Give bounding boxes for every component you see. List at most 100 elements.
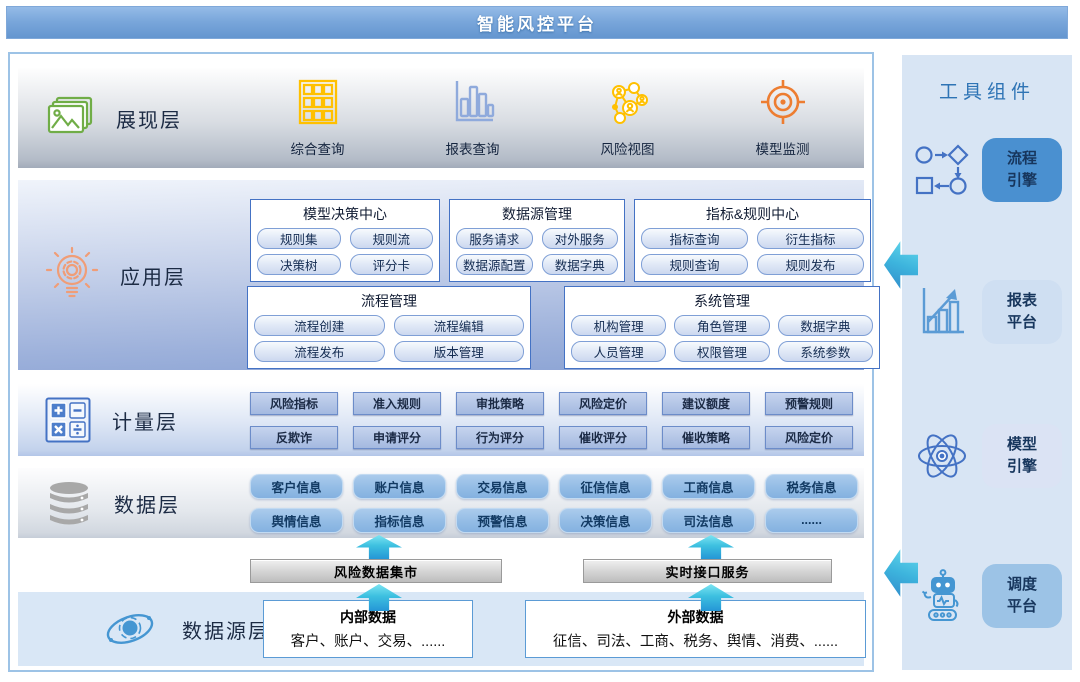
tool-model-engine: 模型引擎 bbox=[902, 423, 1072, 489]
app-pill: 衍生指标 bbox=[757, 228, 864, 249]
app-pill: 版本管理 bbox=[394, 341, 525, 362]
app-pill: 数据字典 bbox=[778, 315, 873, 336]
application-layer: 应用层 模型决策中心 规则集 规则流 决策树 评分卡 数据源管理 服务请求 bbox=[18, 180, 864, 370]
app-pill: 评分卡 bbox=[350, 254, 434, 275]
layer-title: 展现层 bbox=[116, 104, 182, 133]
measure-button: 行为评分 bbox=[456, 426, 544, 449]
app-pill: 数据源配置 bbox=[456, 254, 533, 275]
layer-title: 数据源层 bbox=[182, 615, 270, 644]
app-pill: 数据字典 bbox=[542, 254, 619, 275]
bulb-gear-icon bbox=[44, 245, 100, 305]
tool-button-label: 报表平台 bbox=[1006, 290, 1038, 334]
application-groups-row2: 流程管理 流程创建 流程编辑 流程发布 版本管理 系统管理 机构管理 角色管理 … bbox=[247, 286, 880, 369]
measure-button: 反欺诈 bbox=[250, 426, 338, 449]
presentation-item: 风险视图 bbox=[550, 68, 705, 168]
internal-data-box: 内部数据 客户、账户、交易、...... bbox=[263, 600, 473, 658]
database-icon bbox=[44, 480, 94, 526]
presentation-item: 综合查询 bbox=[240, 68, 395, 168]
app-pill: 流程编辑 bbox=[394, 315, 525, 336]
flowchart-icon bbox=[912, 142, 972, 198]
data-layer-label: 数据层 bbox=[44, 468, 180, 538]
app-pill: 规则集 bbox=[257, 228, 341, 249]
tool-button-model-engine: 模型引擎 bbox=[982, 424, 1062, 488]
sidebar-title: 工具组件 bbox=[902, 55, 1072, 104]
external-data-desc: 征信、司法、工商、税务、舆情、消费、...... bbox=[553, 630, 838, 651]
presentation-item: 报表查询 bbox=[395, 68, 550, 168]
data-button: 工商信息 bbox=[662, 474, 755, 499]
group-system-management: 系统管理 机构管理 角色管理 数据字典 人员管理 权限管理 系统参数 bbox=[564, 286, 880, 369]
presentation-item-label: 综合查询 bbox=[291, 138, 345, 158]
tool-schedule-platform: 调度平台 bbox=[902, 563, 1072, 629]
tool-button-label: 调度平台 bbox=[1006, 574, 1038, 618]
tool-button-label: 流程引擎 bbox=[1006, 148, 1038, 192]
data-button: ...... bbox=[765, 508, 858, 533]
tool-components-sidebar: 工具组件 流程引擎 bbox=[902, 55, 1072, 670]
platform-title: 智能风控平台 bbox=[477, 10, 597, 35]
app-pill: 流程发布 bbox=[254, 341, 385, 362]
measurement-layer-label: 计量层 bbox=[44, 384, 178, 456]
data-button: 指标信息 bbox=[353, 508, 446, 533]
calculator-icon bbox=[44, 396, 92, 444]
app-pill: 对外服务 bbox=[542, 228, 619, 249]
group-title: 数据源管理 bbox=[456, 203, 618, 228]
data-button: 预警信息 bbox=[456, 508, 549, 533]
group-title: 指标&规则中心 bbox=[641, 203, 864, 228]
measurement-items: 风险指标 准入规则 审批策略 风险定价 建议额度 预警规则 反欺诈 申请评分 行… bbox=[250, 384, 853, 456]
data-button: 税务信息 bbox=[765, 474, 858, 499]
report-chart-icon bbox=[912, 286, 972, 338]
data-items: 客户信息 账户信息 交易信息 征信信息 工商信息 税务信息 舆情信息 指标信息 … bbox=[250, 468, 858, 538]
data-button: 账户信息 bbox=[353, 474, 446, 499]
target-icon bbox=[760, 79, 806, 130]
connector-label: 风险数据集市 bbox=[334, 562, 418, 581]
group-datasource-management: 数据源管理 服务请求 对外服务 数据源配置 数据字典 bbox=[449, 199, 625, 282]
external-data-box: 外部数据 征信、司法、工商、税务、舆情、消费、...... bbox=[525, 600, 866, 658]
app-pill: 决策树 bbox=[257, 254, 341, 275]
grid-icon bbox=[297, 79, 339, 130]
group-title: 系统管理 bbox=[571, 290, 873, 315]
application-layer-label: 应用层 bbox=[44, 180, 186, 370]
layer-title: 数据层 bbox=[114, 489, 180, 518]
layer-title: 计量层 bbox=[112, 406, 178, 435]
up-arrow-icon bbox=[356, 535, 402, 559]
measure-button: 风险定价 bbox=[765, 426, 853, 449]
data-button: 客户信息 bbox=[250, 474, 343, 499]
layer-title: 应用层 bbox=[120, 261, 186, 290]
group-indicator-rule-center: 指标&规则中心 指标查询 衍生指标 规则查询 规则发布 bbox=[634, 199, 871, 282]
presentation-item-label: 风险视图 bbox=[601, 138, 655, 158]
tool-button-schedule-platform: 调度平台 bbox=[982, 564, 1062, 628]
presentation-items: 综合查询 报表查询 bbox=[240, 68, 860, 168]
up-arrow-icon bbox=[688, 535, 734, 559]
measure-button: 建议额度 bbox=[662, 392, 750, 415]
application-groups-row1: 模型决策中心 规则集 规则流 决策树 评分卡 数据源管理 服务请求 对外服务 数… bbox=[250, 199, 871, 282]
app-pill: 人员管理 bbox=[571, 341, 666, 362]
datasource-layer: 数据源层 内部数据 客户、账户、交易、...... 外部数据 征信、司法、工商、… bbox=[18, 592, 864, 666]
measure-button: 催收策略 bbox=[662, 426, 750, 449]
measure-button: 申请评分 bbox=[353, 426, 441, 449]
measure-button: 审批策略 bbox=[456, 392, 544, 415]
robot-icon bbox=[912, 568, 972, 624]
group-title: 流程管理 bbox=[254, 290, 524, 315]
app-pill: 指标查询 bbox=[641, 228, 748, 249]
data-button: 征信信息 bbox=[559, 474, 652, 499]
data-button: 决策信息 bbox=[559, 508, 652, 533]
tool-process-engine: 流程引擎 bbox=[902, 137, 1072, 203]
measure-button: 风险定价 bbox=[559, 392, 647, 415]
tool-button-report-platform: 报表平台 bbox=[982, 280, 1062, 344]
app-pill: 规则流 bbox=[350, 228, 434, 249]
datasource-layer-label: 数据源层 bbox=[102, 592, 270, 666]
data-button: 舆情信息 bbox=[250, 508, 343, 533]
presentation-item-label: 模型监测 bbox=[756, 138, 810, 158]
app-pill: 服务请求 bbox=[456, 228, 533, 249]
measure-button: 预警规则 bbox=[765, 392, 853, 415]
group-title: 模型决策中心 bbox=[257, 203, 433, 228]
measure-button: 准入规则 bbox=[353, 392, 441, 415]
app-pill: 权限管理 bbox=[674, 341, 769, 362]
atom-icon bbox=[912, 429, 972, 483]
data-button: 司法信息 bbox=[662, 508, 755, 533]
picture-icon bbox=[44, 95, 96, 141]
app-pill: 系统参数 bbox=[778, 341, 873, 362]
network-icon bbox=[605, 79, 651, 130]
galaxy-icon bbox=[102, 606, 158, 652]
presentation-item: 模型监测 bbox=[705, 68, 860, 168]
presentation-layer: 展现层 综合查询 bbox=[18, 68, 864, 168]
